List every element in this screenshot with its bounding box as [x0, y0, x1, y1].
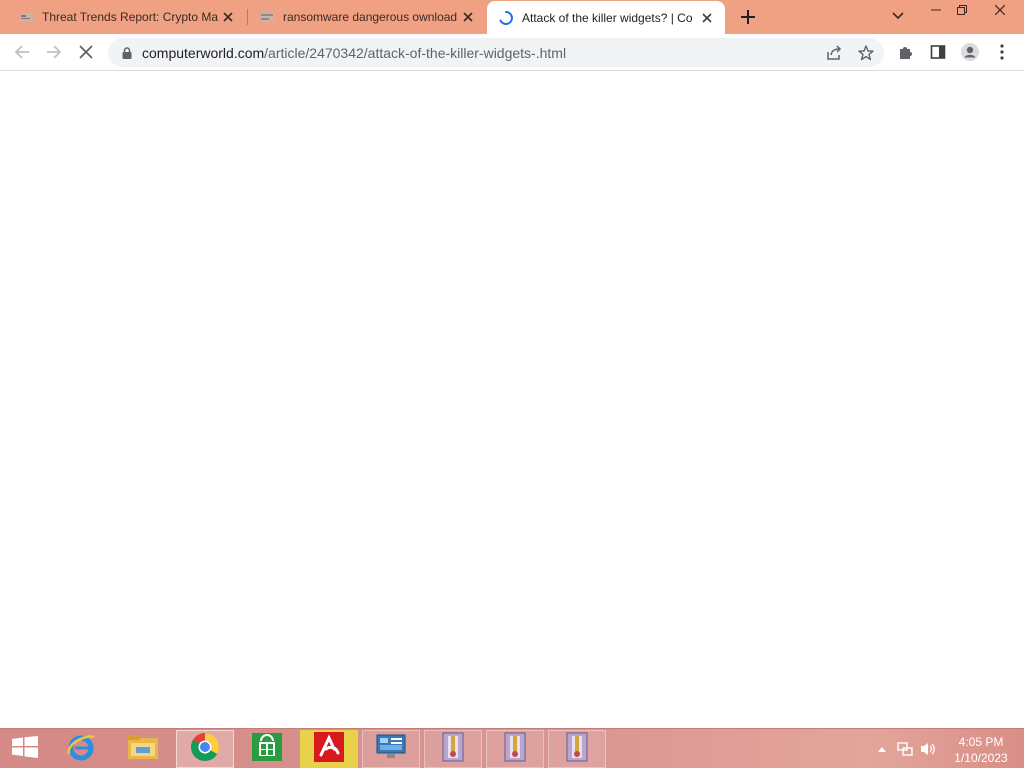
tab-title: Threat Trends Report: Crypto Ma [42, 10, 219, 24]
url-domain: computerworld.com [142, 44, 265, 61]
profile-icon[interactable] [956, 38, 984, 66]
url-path: /article/2470342/attack-of-the-killer-wi… [264, 44, 567, 61]
forward-arrow-icon[interactable] [40, 38, 68, 66]
folder-icon [127, 733, 159, 766]
taskbar-windows-store[interactable] [238, 730, 296, 768]
taskbar-google-chrome[interactable] [176, 730, 234, 768]
loading-spinner-icon [498, 10, 514, 26]
new-tab-button[interactable] [736, 6, 760, 28]
tab-ransomware[interactable]: ransomware dangerous ownload [248, 0, 486, 34]
taskbar-avira[interactable] [300, 730, 358, 768]
close-window-button[interactable] [984, 0, 1016, 20]
taskbar-internet-explorer[interactable] [52, 730, 110, 768]
chrome-icon [190, 732, 220, 767]
taskbar-file-explorer[interactable] [114, 730, 172, 768]
taskbar: 4:05 PM 1/10/2023 [0, 728, 1024, 768]
address-bar[interactable]: computerworld.com/article/2470342/attack… [108, 38, 884, 67]
network-icon[interactable] [897, 741, 913, 757]
stop-icon[interactable] [72, 38, 100, 66]
restore-button[interactable] [946, 0, 978, 20]
tab-title: ransomware dangerous ownload [283, 10, 458, 24]
avira-icon [314, 731, 344, 767]
browser-toolbar: computerworld.com/article/2470342/attack… [0, 34, 1024, 71]
tab-attack-killer-widgets[interactable]: Attack of the killer widgets? | Co [487, 1, 725, 35]
report-favicon-icon [18, 9, 34, 25]
tab-strip: Threat Trends Report: Crypto Ma ransomwa… [0, 0, 1024, 35]
clock-date: 1/10/2023 [954, 751, 1008, 765]
close-tab-icon[interactable] [699, 10, 715, 26]
start-button[interactable] [0, 730, 50, 768]
image-favicon-icon [259, 9, 275, 25]
clock-time: 4:05 PM [958, 735, 1004, 749]
taskbar-archive-1[interactable] [424, 730, 482, 768]
lock-icon[interactable] [120, 46, 134, 60]
side-panel-icon[interactable] [924, 38, 952, 66]
control-panel-icon [375, 733, 407, 766]
close-tab-icon[interactable] [460, 9, 476, 25]
close-tab-icon[interactable] [220, 9, 236, 25]
tab-threat-trends[interactable]: Threat Trends Report: Crypto Ma [0, 0, 246, 34]
store-icon [252, 732, 282, 766]
taskbar-archive-3[interactable] [548, 730, 606, 768]
taskbar-control-panel[interactable] [362, 730, 420, 768]
url-text[interactable]: computerworld.com/article/2470342/attack… [142, 45, 566, 61]
share-icon[interactable] [822, 41, 846, 65]
archive-icon [441, 732, 465, 767]
ie-icon [66, 732, 96, 767]
tab-search-button[interactable] [882, 6, 914, 26]
star-icon[interactable] [854, 41, 878, 65]
volume-icon[interactable] [920, 741, 936, 757]
back-arrow-icon[interactable] [8, 38, 36, 66]
archive-icon [503, 732, 527, 767]
taskbar-clock[interactable]: 4:05 PM 1/10/2023 [946, 734, 1016, 766]
taskbar-archive-2[interactable] [486, 730, 544, 768]
windows-logo-icon [12, 735, 38, 763]
archive-icon [565, 732, 589, 767]
tab-title: Attack of the killer widgets? | Co [522, 11, 693, 25]
page-content-area [0, 72, 1024, 728]
puzzle-icon[interactable] [892, 38, 920, 66]
kebab-menu-icon[interactable] [988, 38, 1016, 66]
show-hidden-icons-icon[interactable] [874, 741, 890, 757]
